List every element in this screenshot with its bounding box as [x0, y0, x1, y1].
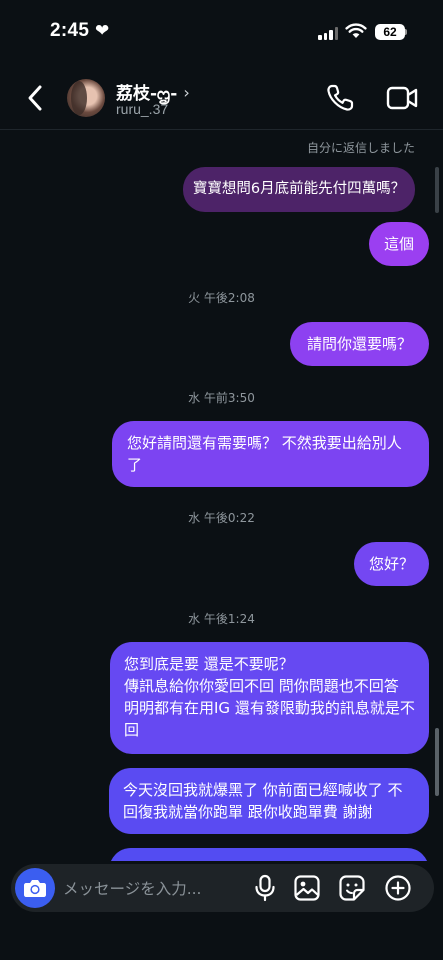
message-bubble[interactable]: 這個 [369, 222, 429, 266]
image-icon[interactable] [293, 874, 321, 902]
message-timestamp: 水 午前3:50 [188, 391, 255, 405]
message-timestamp: 水 午後1:24 [188, 612, 255, 626]
microphone-icon[interactable] [251, 874, 279, 902]
message-composer: メッセージを入力... [11, 864, 434, 912]
reply-note: 自分に返信しました [306, 141, 415, 155]
chevron-right-icon: › [183, 82, 190, 102]
message-timestamp: 火 午後2:08 [188, 291, 255, 305]
avatar[interactable] [67, 79, 105, 117]
wifi-icon [345, 23, 367, 38]
message-bubble[interactable]: 您好請問還有需要嗎？ 不然我要出給別人了 [112, 421, 429, 487]
quoted-message[interactable]: 寶寶想問6月底前能先付四萬嗎？ [183, 167, 415, 212]
cellular-signal-icon [318, 27, 338, 40]
message-input[interactable]: メッセージを入力... [63, 877, 201, 899]
status-time: 2:45 [50, 20, 90, 41]
message-bubble[interactable]: 請問你還要嗎？ [290, 322, 429, 366]
camera-button[interactable] [15, 868, 55, 908]
message-bubble[interactable]: 今天沒回我就爆黑了 你前面已經喊收了 不回復我就當你跑單 跟你收跑單費 謝謝 [109, 768, 429, 834]
phone-icon[interactable] [325, 83, 355, 113]
chevron-left-icon[interactable] [22, 82, 50, 114]
video-camera-icon[interactable] [386, 85, 418, 111]
message-timestamp: 水 午後0:22 [188, 511, 255, 525]
message-bubble-partial[interactable] [109, 848, 429, 861]
battery-indicator: 62 [375, 24, 405, 40]
message-thread[interactable]: 自分に返信しました 寶寶想問6月底前能先付四萬嗎？ 這個 火 午後2:08 請問… [0, 131, 443, 861]
heart-icon: ❤ [95, 21, 110, 41]
battery-cap [405, 29, 407, 35]
message-bubble[interactable]: 您好？ [354, 542, 429, 586]
scrollbar-indicator [435, 167, 439, 213]
scrollbar-indicator[interactable] [435, 728, 439, 796]
plus-icon[interactable] [384, 874, 412, 902]
status-bar: 2:45 ❤ 62 [0, 0, 443, 66]
chat-header: 荔枝-ᦗ- › ruru_.37 [0, 66, 443, 130]
camera-icon [24, 880, 46, 897]
sticker-icon[interactable] [338, 874, 366, 902]
message-bubble[interactable]: 您到底是要 還是不要呢？ 傳訊息給你你愛回不回 問你問題也不回答 明明都有在用I… [110, 642, 429, 754]
contact-handle: ruru_.37 [116, 101, 169, 117]
